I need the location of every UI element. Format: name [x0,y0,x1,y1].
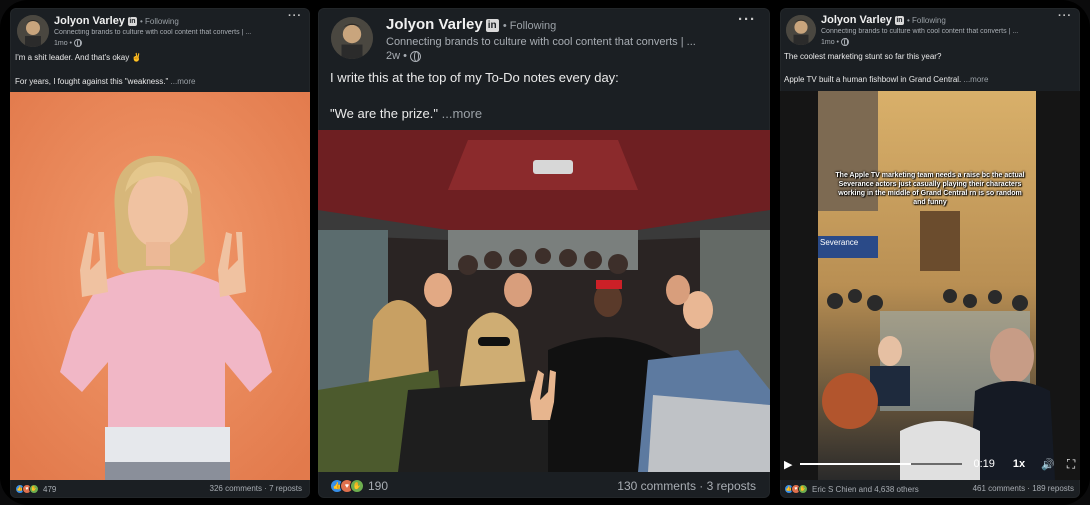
comment-repost-stats[interactable]: 326 comments · 7 reposts [210,484,302,493]
globe-icon [840,38,849,46]
post-text-line-2-text: Apple TV built a human fishbowl in Grand… [784,75,962,84]
video-controls: ▶ 0:19 1x 🔊 ⛶ [780,457,1080,471]
author-headline: Connecting brands to culture with cool c… [386,36,696,48]
post-time-text: 2w • [386,50,407,62]
post-image[interactable] [10,92,310,480]
author-name-text[interactable]: Jolyon Varley [386,16,483,33]
author-avatar[interactable] [786,15,816,45]
post-time-text: 1mo • [821,38,840,46]
video-caption: The Apple TV marketing team needs a rais… [835,172,1025,206]
post-time: 1mo • [821,38,849,46]
comment-repost-stats[interactable]: 461 comments · 189 reposts [973,484,1074,493]
reaction-count[interactable]: 479 [43,485,56,494]
globe-icon [410,50,422,62]
linkedin-icon: in [127,16,137,26]
more-options-icon[interactable]: ··· [288,10,302,22]
see-more-link[interactable]: ...more [171,77,196,86]
celebrate-reaction-icon: ✋ [798,484,808,494]
post-text-line-1: I write this at the top of my To-Do note… [330,70,619,85]
linkedin-icon: in [894,15,904,25]
reaction-count[interactable]: Eric S Chien and 4,638 others [812,485,919,494]
author-name[interactable]: Jolyon Varley in • Following [386,16,556,33]
post-text-line-2: "We are the prize." ...more [330,106,482,121]
post-text-line-2: Apple TV built a human fishbowl in Grand… [784,75,988,84]
author-avatar[interactable] [17,15,49,47]
author-name-text[interactable]: Jolyon Varley [821,14,892,26]
post-text-line-2: For years, I fought against this "weakne… [15,77,195,86]
video-progress-fill [800,463,911,465]
video-progress-track[interactable] [800,463,963,465]
following-status[interactable]: • Following [140,17,179,26]
comment-repost-stats[interactable]: 130 comments · 3 reposts [617,479,756,493]
reaction-summary[interactable]: 👍 ♥ ✋ 479 [15,484,56,494]
post-card: Jolyon Varley in • Following Connecting b… [318,8,770,498]
reaction-count[interactable]: 190 [368,479,388,493]
volume-icon[interactable]: 🔊 [1041,458,1055,471]
post-text-line-2-text: For years, I fought against this "weakne… [15,77,169,86]
more-options-icon[interactable]: ··· [738,11,756,28]
more-options-icon[interactable]: ··· [1058,10,1072,22]
video-frame [780,91,1080,480]
reaction-summary[interactable]: 👍 ♥ ✋ 190 [330,479,388,493]
celebrate-reaction-icon: ✋ [350,479,364,493]
author-name[interactable]: Jolyon Varley in • Following [821,14,946,26]
celebrate-reaction-icon: ✋ [29,484,39,494]
feed-screenshot: Jolyon Varley in • Following Connecting b… [0,0,1090,505]
bus-group-photo [318,130,770,472]
author-headline: Connecting brands to culture with cool c… [821,28,1019,35]
following-status[interactable]: • Following [907,16,946,25]
linkedin-icon: in [485,18,499,32]
video-time: 0:19 [973,458,995,470]
reaction-summary[interactable]: 👍 ♥ ✋ Eric S Chien and 4,638 others [784,484,919,494]
post-card: Jolyon Varley in • Following Connecting b… [780,8,1080,498]
post-time: 1mo • [54,39,82,47]
post-footer: 👍 ♥ ✋ Eric S Chien and 4,638 others 461 … [780,480,1080,498]
fullscreen-icon[interactable]: ⛶ [1067,457,1075,472]
author-headline: Connecting brands to culture with cool c… [54,29,252,36]
post-text-line-2-text: "We are the prize." [330,106,438,121]
video-sign: Severance [820,238,859,247]
playback-speed-button[interactable]: 1x [1013,458,1025,470]
post-footer: 👍 ♥ ✋ 479 326 comments · 7 reposts [10,480,310,498]
post-text-line-1: I'm a shit leader. And that's okay ✌ [15,53,142,62]
author-name[interactable]: Jolyon Varley in • Following [54,15,179,27]
post-time: 2w • [386,50,422,62]
post-video[interactable]: The Apple TV marketing team needs a rais… [780,91,1080,480]
post-text-line-1: The coolest marketing stunt so far this … [784,52,942,61]
person-photo [10,92,310,480]
following-status[interactable]: • Following [503,20,556,32]
globe-icon [73,39,82,47]
author-name-text[interactable]: Jolyon Varley [54,15,125,27]
play-icon[interactable]: ▶ [784,458,792,471]
author-avatar[interactable] [331,17,373,59]
post-image[interactable] [318,130,770,472]
see-more-link[interactable]: ...more [442,106,482,121]
post-card: Jolyon Varley in • Following Connecting b… [10,8,310,498]
see-more-link[interactable]: ...more [964,75,989,84]
post-footer: 👍 ♥ ✋ 190 130 comments · 3 reposts [318,472,770,498]
post-time-text: 1mo • [54,39,73,47]
